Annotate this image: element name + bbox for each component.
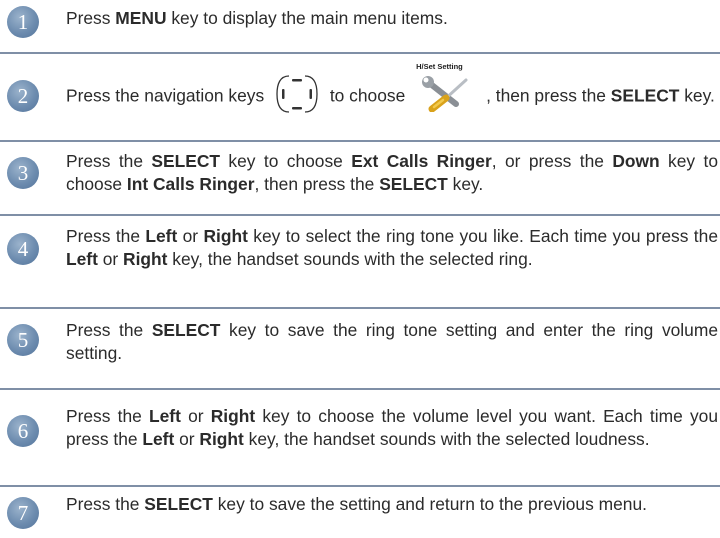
step-text-segment: key to save the setting and return to th…	[212, 494, 647, 514]
step-number-badge: 2	[7, 80, 39, 112]
step-text-emphasis: Down	[612, 151, 660, 171]
step-text-emphasis: SELECT	[610, 85, 680, 106]
step-text-emphasis: Right	[199, 428, 244, 449]
step-text-segment: or	[180, 406, 211, 426]
navigation-keys-icon	[275, 73, 319, 115]
step-text-segment: Press the	[66, 406, 149, 426]
step-text: Press the Left or Right key to select th…	[66, 225, 718, 270]
step-text-segment: to choose	[325, 85, 411, 106]
step-text-segment: key, the handset sounds with the selecte…	[243, 428, 650, 449]
step-text-segment: , then press the	[486, 85, 611, 106]
step-text-segment: Press	[66, 8, 116, 28]
step-divider	[0, 214, 720, 216]
step-text-emphasis: Int Calls Ringer	[126, 173, 255, 194]
step-divider	[0, 307, 720, 309]
step-text-segment: or	[97, 248, 124, 269]
handset-setting-label: H/Set Setting	[416, 62, 463, 71]
step-text-emphasis: Left	[145, 226, 178, 246]
step-text-emphasis: Right	[123, 248, 168, 269]
step-divider	[0, 388, 720, 390]
step-text-segment: Press the	[66, 151, 152, 171]
step-text: Press the navigation keys to choose H/Se…	[66, 62, 718, 115]
step-text-segment: key to display the main menu items.	[166, 8, 448, 28]
step-text: Press the SELECT key to save the setting…	[66, 493, 718, 516]
step-text-emphasis: Left	[66, 248, 98, 269]
step-number-badge: 7	[7, 497, 39, 529]
instruction-steps: 1 Press MENU key to display the main men…	[0, 0, 720, 538]
step-number-badge: 5	[7, 324, 39, 356]
step-text-emphasis: Left	[142, 428, 175, 449]
step-text-segment: key, the handset sounds with the selecte…	[167, 248, 533, 269]
step-text-emphasis: SELECT	[151, 320, 221, 340]
step-text-segment: Press the	[66, 320, 152, 340]
step-text-segment: , or press the	[491, 151, 613, 171]
step-number-badge: 4	[7, 233, 39, 265]
step-text-emphasis: SELECT	[379, 173, 448, 194]
step-text-emphasis: Right	[210, 406, 256, 426]
step-text-segment: or	[177, 226, 204, 246]
step-text-segment: Press the	[66, 226, 146, 246]
step-text: Press MENU key to display the main menu …	[66, 7, 718, 30]
step-text-segment: key.	[679, 85, 715, 106]
step-divider	[0, 485, 720, 487]
step-text: Press the SELECT key to choose Ext Calls…	[66, 150, 718, 195]
step-text-emphasis: Ext Calls Ringer	[351, 151, 492, 171]
step-text-segment: key to choose	[220, 151, 352, 171]
step-text-segment: , then press the	[254, 173, 380, 194]
step-text-emphasis: Left	[149, 406, 181, 426]
step-text-segment: Press the navigation keys	[66, 85, 269, 106]
step-text-segment: key.	[447, 173, 484, 194]
step-text-emphasis: SELECT	[151, 151, 221, 171]
step-text-segment: key to select the ring tone you like. Ea…	[247, 226, 718, 246]
step-text-emphasis: MENU	[115, 8, 167, 28]
step-number-badge: 3	[7, 157, 39, 189]
step-divider	[0, 140, 720, 142]
step-divider	[0, 52, 720, 54]
step-number-badge: 1	[7, 6, 39, 38]
step-text-emphasis: Right	[203, 226, 248, 246]
step-text-emphasis: SELECT	[144, 494, 213, 514]
step-text: Press the SELECT key to save the ring to…	[66, 319, 718, 364]
step-text-segment: Press the	[66, 494, 145, 514]
handset-setting-icon: H/Set Setting	[412, 62, 482, 112]
step-number-badge: 6	[7, 415, 39, 447]
step-text: Press the Left or Right key to choose th…	[66, 405, 718, 450]
step-text-segment: or	[174, 428, 200, 449]
